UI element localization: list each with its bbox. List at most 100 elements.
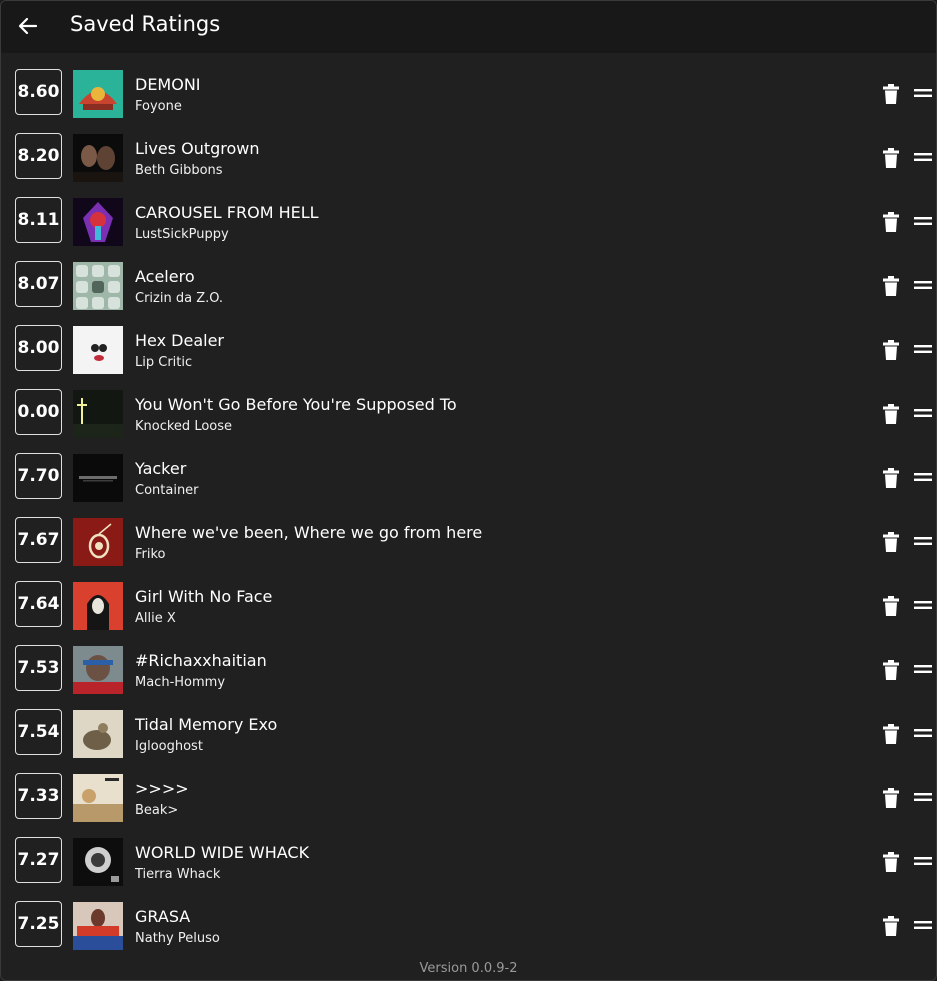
drag-handle-icon[interactable] bbox=[913, 791, 933, 803]
rating-row[interactable]: 7.67 Where we've been, Where we go from … bbox=[1, 511, 936, 575]
drag-handle-icon[interactable] bbox=[913, 471, 933, 483]
drag-handle-icon[interactable] bbox=[913, 279, 933, 291]
score-badge: 8.20 bbox=[15, 133, 62, 179]
score-badge: 7.27 bbox=[15, 837, 62, 883]
app-header: Saved Ratings bbox=[1, 1, 936, 53]
album-cover bbox=[73, 774, 123, 822]
album-cover bbox=[73, 902, 123, 950]
album-cover bbox=[73, 134, 123, 182]
album-title: CAROUSEL FROM HELL bbox=[135, 203, 319, 222]
artist-name: Lip Critic bbox=[135, 355, 193, 370]
drag-handle-icon[interactable] bbox=[913, 919, 933, 931]
rating-row[interactable]: 7.33 >>>> Beak> bbox=[1, 767, 936, 831]
album-cover bbox=[73, 262, 123, 310]
album-title: Hex Dealer bbox=[135, 331, 224, 350]
rating-row[interactable]: 7.27 WORLD WIDE WHACK Tierra Whack bbox=[1, 831, 936, 895]
artist-name: Crizin da Z.O. bbox=[135, 291, 224, 306]
artist-name: Nathy Peluso bbox=[135, 931, 220, 946]
album-title: Girl With No Face bbox=[135, 587, 273, 606]
ratings-list: 8.60 DEMONI Foyone 8.20 Lives Outgrown B… bbox=[1, 63, 936, 959]
album-cover bbox=[73, 646, 123, 694]
album-title: >>>> bbox=[135, 779, 189, 798]
drag-handle-icon[interactable] bbox=[913, 407, 933, 419]
album-cover bbox=[73, 582, 123, 630]
album-cover bbox=[73, 326, 123, 374]
arrow-left-icon bbox=[18, 17, 38, 35]
artist-name: Beak> bbox=[135, 803, 179, 818]
score-badge: 8.11 bbox=[15, 197, 62, 243]
drag-handle-icon[interactable] bbox=[913, 535, 933, 547]
score-badge: 7.54 bbox=[15, 709, 62, 755]
trash-icon[interactable] bbox=[881, 531, 901, 553]
album-title: Where we've been, Where we go from here bbox=[135, 523, 483, 542]
rating-row[interactable]: 7.25 GRASA Nathy Peluso bbox=[1, 895, 936, 959]
album-title: Yacker bbox=[135, 459, 187, 478]
artist-name: Foyone bbox=[135, 99, 182, 114]
trash-icon[interactable] bbox=[881, 851, 901, 873]
rating-row[interactable]: 7.53 #Richaxxhaitian Mach-Hommy bbox=[1, 639, 936, 703]
drag-handle-icon[interactable] bbox=[913, 855, 933, 867]
drag-handle-icon[interactable] bbox=[913, 215, 933, 227]
app-window: Saved Ratings 8.60 DEMONI Foyone 8.20 Li… bbox=[0, 0, 937, 981]
rating-row[interactable]: 7.64 Girl With No Face Allie X bbox=[1, 575, 936, 639]
score-badge: 7.67 bbox=[15, 517, 62, 563]
album-cover bbox=[73, 198, 123, 246]
score-badge: 7.64 bbox=[15, 581, 62, 627]
drag-handle-icon[interactable] bbox=[913, 599, 933, 611]
drag-handle-icon[interactable] bbox=[913, 151, 933, 163]
album-title: #Richaxxhaitian bbox=[135, 651, 267, 670]
rating-row[interactable]: 8.00 Hex Dealer Lip Critic bbox=[1, 319, 936, 383]
trash-icon[interactable] bbox=[881, 595, 901, 617]
score-badge: 8.07 bbox=[15, 261, 62, 307]
score-badge: 8.60 bbox=[15, 69, 62, 115]
drag-handle-icon[interactable] bbox=[913, 727, 933, 739]
rating-row[interactable]: 8.20 Lives Outgrown Beth Gibbons bbox=[1, 127, 936, 191]
trash-icon[interactable] bbox=[881, 211, 901, 233]
album-title: You Won't Go Before You're Supposed To bbox=[135, 395, 457, 414]
artist-name: Knocked Loose bbox=[135, 419, 233, 434]
album-cover bbox=[73, 70, 123, 118]
rating-row[interactable]: 8.07 Acelero Crizin da Z.O. bbox=[1, 255, 936, 319]
score-badge: 7.70 bbox=[15, 453, 62, 499]
trash-icon[interactable] bbox=[881, 147, 901, 169]
album-cover bbox=[73, 710, 123, 758]
rating-row[interactable]: 0.00 You Won't Go Before You're Supposed… bbox=[1, 383, 936, 447]
score-badge: 7.33 bbox=[15, 773, 62, 819]
artist-name: Container bbox=[135, 483, 199, 498]
trash-icon[interactable] bbox=[881, 915, 901, 937]
artist-name: Beth Gibbons bbox=[135, 163, 223, 178]
page-title: Saved Ratings bbox=[70, 12, 221, 36]
album-title: GRASA bbox=[135, 907, 191, 926]
trash-icon[interactable] bbox=[881, 83, 901, 105]
rating-row[interactable]: 8.60 DEMONI Foyone bbox=[1, 63, 936, 127]
score-badge: 8.00 bbox=[15, 325, 62, 371]
album-cover bbox=[73, 838, 123, 886]
rating-row[interactable]: 7.70 Yacker Container bbox=[1, 447, 936, 511]
album-title: Lives Outgrown bbox=[135, 139, 260, 158]
trash-icon[interactable] bbox=[881, 339, 901, 361]
drag-handle-icon[interactable] bbox=[913, 87, 933, 99]
version-label: Version 0.0.9-2 bbox=[419, 961, 518, 976]
score-badge: 0.00 bbox=[15, 389, 62, 435]
artist-name: Tierra Whack bbox=[135, 867, 221, 882]
artist-name: Friko bbox=[135, 547, 166, 562]
drag-handle-icon[interactable] bbox=[913, 343, 933, 355]
rating-row[interactable]: 8.11 CAROUSEL FROM HELL LustSickPuppy bbox=[1, 191, 936, 255]
back-button[interactable] bbox=[13, 11, 43, 41]
score-badge: 7.25 bbox=[15, 901, 62, 947]
artist-name: Mach-Hommy bbox=[135, 675, 226, 690]
rating-row[interactable]: 7.54 Tidal Memory Exo Iglooghost bbox=[1, 703, 936, 767]
album-title: Acelero bbox=[135, 267, 195, 286]
trash-icon[interactable] bbox=[881, 659, 901, 681]
trash-icon[interactable] bbox=[881, 403, 901, 425]
score-badge: 7.53 bbox=[15, 645, 62, 691]
trash-icon[interactable] bbox=[881, 723, 901, 745]
album-title: Tidal Memory Exo bbox=[135, 715, 278, 734]
artist-name: Allie X bbox=[135, 611, 176, 626]
artist-name: Iglooghost bbox=[135, 739, 203, 754]
trash-icon[interactable] bbox=[881, 467, 901, 489]
trash-icon[interactable] bbox=[881, 275, 901, 297]
trash-icon[interactable] bbox=[881, 787, 901, 809]
drag-handle-icon[interactable] bbox=[913, 663, 933, 675]
album-title: WORLD WIDE WHACK bbox=[135, 843, 310, 862]
